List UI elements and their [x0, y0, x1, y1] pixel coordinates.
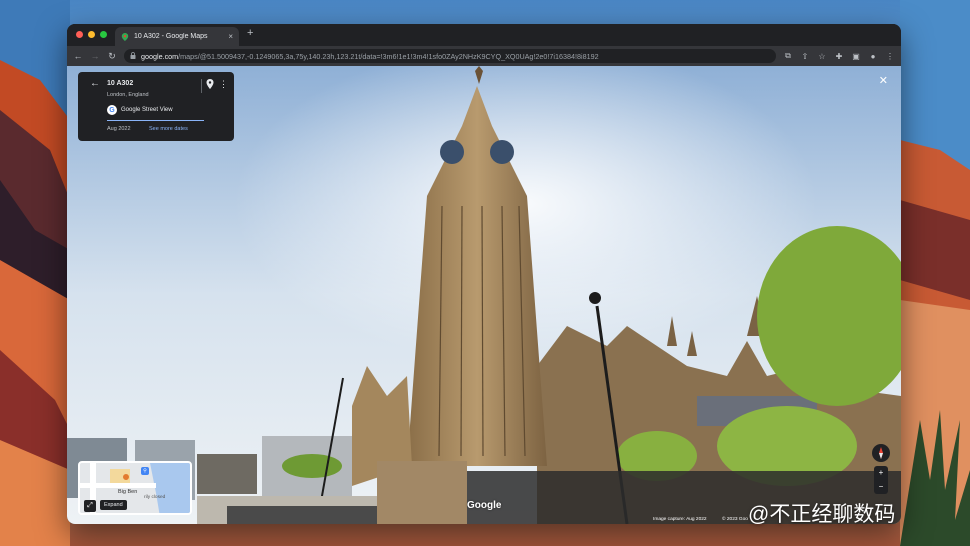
minimap[interactable]: ⚲ Big Ben rily closed ⤢ Expand [78, 461, 192, 515]
reload-icon[interactable]: ↻ [107, 51, 117, 62]
source-label: Google Street View [121, 107, 173, 113]
google-watermark: Google [467, 500, 502, 511]
place-info-card: ← 10 A302 London, England ⋮ G Google Str… [78, 72, 234, 141]
desktop-wallpaper-right [900, 0, 970, 546]
expand-tooltip: Expand [100, 500, 127, 510]
place-name: 10 A302 [107, 80, 134, 87]
date-divider [107, 120, 204, 121]
url-path: /maps/@51.5009437,-0.1249065,3a,75y,140.… [178, 51, 599, 61]
desktop-wallpaper-left [0, 0, 70, 546]
back-arrow-icon[interactable]: ← [90, 78, 100, 89]
landmark-status: rily closed [144, 495, 166, 500]
browser-window: 10 A302 - Google Maps × + ← → ↻ google.c… [67, 24, 901, 524]
close-window-button[interactable] [76, 31, 83, 38]
lock-icon [130, 51, 136, 61]
close-icon[interactable]: ✕ [879, 74, 888, 87]
url-host: google.com [141, 51, 179, 61]
see-more-dates-link[interactable]: See more dates [149, 126, 188, 132]
transit-icon: ⚲ [141, 467, 149, 475]
install-app-icon[interactable]: ⧉ [783, 51, 793, 61]
profile-avatar-icon[interactable]: ● [868, 52, 878, 61]
minimize-window-button[interactable] [88, 31, 95, 38]
image-capture-date: Image capture: Aug 2022 [653, 517, 707, 522]
expand-icon[interactable]: ⤢ [84, 500, 96, 512]
bookmark-star-icon[interactable]: ☆ [817, 52, 827, 61]
extensions-puzzle-icon[interactable]: ✚ [834, 52, 844, 61]
zoom-out-icon[interactable]: − [874, 480, 888, 494]
capture-date: Aug 2022 [107, 126, 131, 132]
place-location: London, England [107, 92, 149, 98]
google-logo-icon: G [107, 105, 117, 115]
tab-bar: 10 A302 - Google Maps × + [67, 24, 901, 46]
zoom-in-icon[interactable]: + [874, 466, 888, 480]
side-panel-icon[interactable]: ▣ [851, 52, 861, 61]
forward-arrow-icon[interactable]: → [90, 51, 100, 61]
more-options-icon[interactable]: ⋮ [219, 79, 228, 90]
street-view-panorama[interactable]: ← 10 A302 London, England ⋮ G Google Str… [67, 66, 901, 524]
back-arrow-icon[interactable]: ← [73, 51, 83, 61]
browser-toolbar: ← → ↻ google.com /maps/@51.5009437,-0.12… [67, 46, 901, 66]
divider [201, 79, 202, 93]
browser-menu-icon[interactable]: ⋮ [885, 52, 895, 61]
tab-google-maps[interactable]: 10 A302 - Google Maps × [115, 27, 239, 46]
window-controls [76, 31, 107, 38]
maximize-window-button[interactable] [100, 31, 107, 38]
landmark-label: Big Ben [118, 489, 138, 495]
address-bar[interactable]: google.com /maps/@51.5009437,-0.1249065,… [124, 49, 776, 63]
new-tab-button[interactable]: + [247, 27, 253, 39]
zoom-controls[interactable]: + − [874, 466, 888, 494]
share-icon[interactable]: ⇧ [800, 52, 810, 61]
copyright-text: © 2023 Goo [722, 517, 748, 522]
tab-close-icon[interactable]: × [228, 32, 233, 41]
compass-icon[interactable] [872, 444, 890, 462]
source-watermark: @不正经聊数码 [748, 503, 896, 526]
map-pin-icon[interactable] [206, 79, 214, 91]
street-view-source: G Google Street View [107, 105, 173, 115]
tab-title: 10 A302 - Google Maps [134, 33, 208, 40]
google-maps-pin-icon [121, 32, 129, 41]
